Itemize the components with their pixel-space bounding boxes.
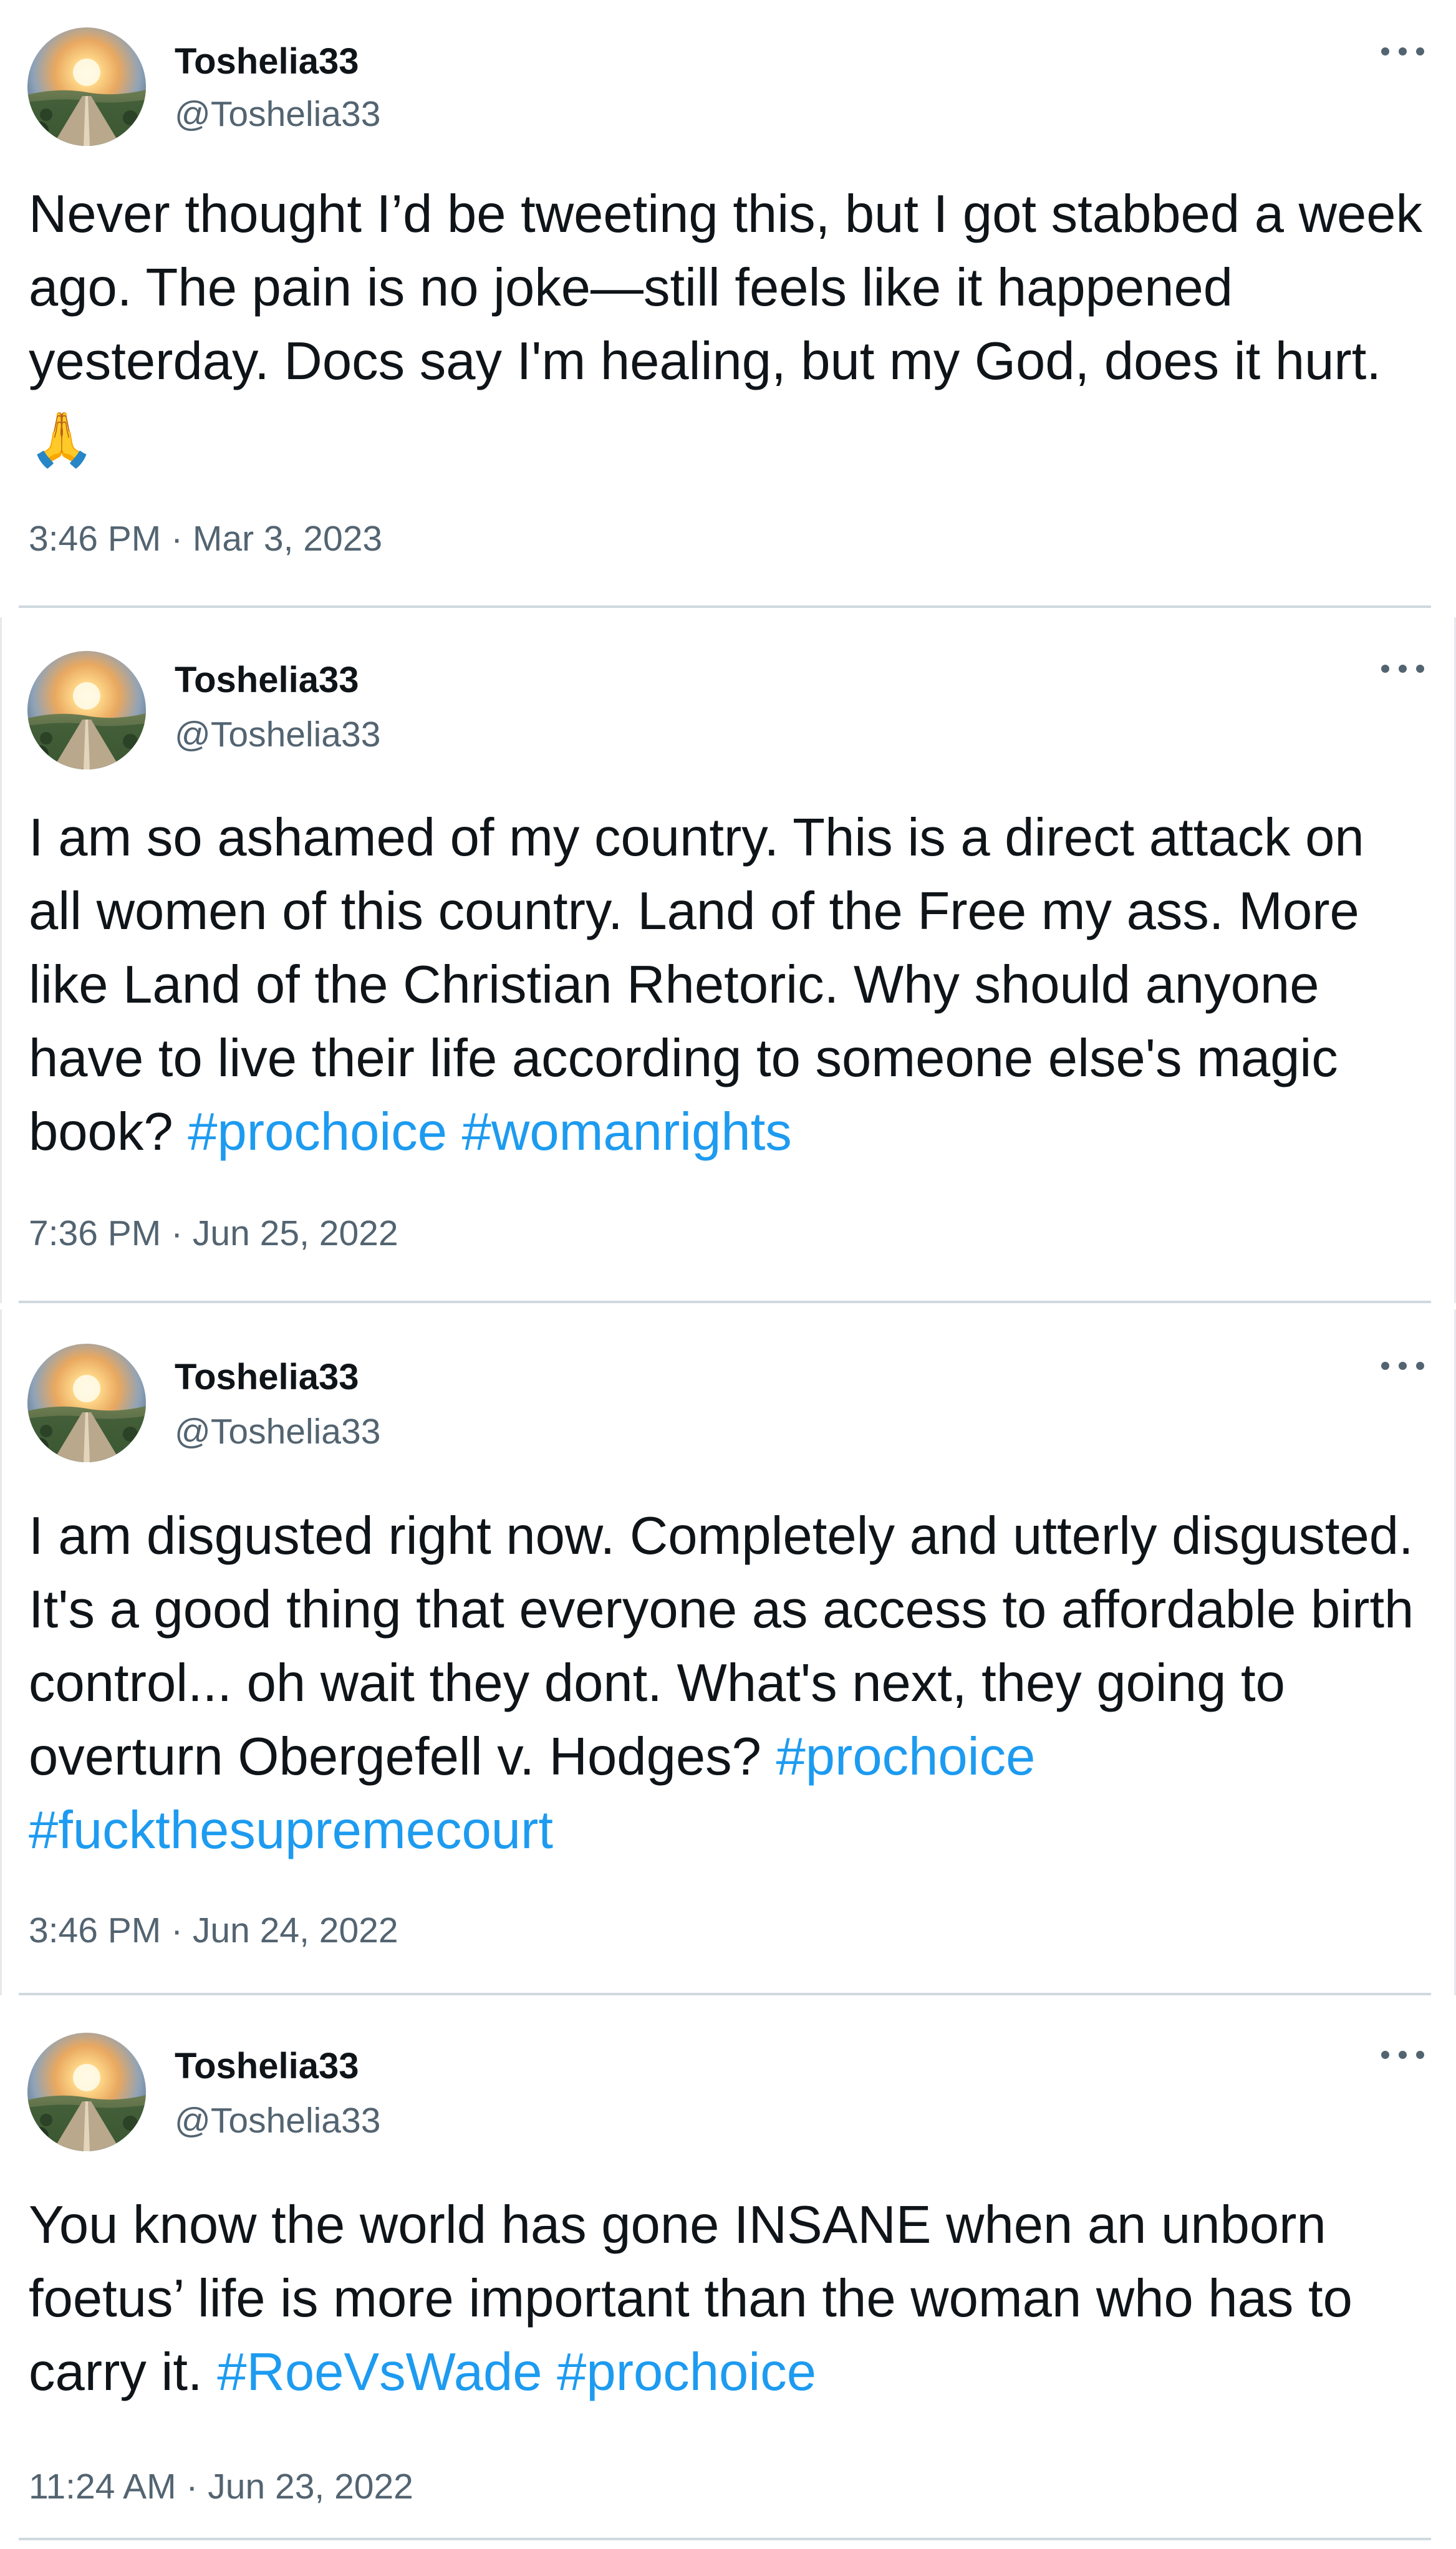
tweet-card[interactable]: Toshelia33 @Toshelia33 You know the worl…	[0, 2005, 1456, 2549]
tweet-divider	[19, 605, 1431, 608]
display-name[interactable]: Toshelia33	[175, 662, 359, 698]
card-border-left	[0, 617, 2, 1303]
user-handle[interactable]: @Toshelia33	[175, 1414, 380, 1450]
user-handle[interactable]: @Toshelia33	[175, 97, 380, 132]
hashtag-link[interactable]: #womanrights	[462, 1102, 792, 1162]
avatar[interactable]	[27, 651, 146, 769]
tweet-divider	[19, 2538, 1431, 2540]
more-horizontal-icon[interactable]	[1381, 662, 1425, 675]
tweet-card[interactable]: Toshelia33 @Toshelia33 Never thought I’d…	[0, 0, 1456, 608]
display-name[interactable]: Toshelia33	[175, 1359, 359, 1395]
folded-hands-emoji: 🙏	[29, 410, 95, 470]
hashtag-link[interactable]: #fuckthesupremecourt	[29, 1801, 553, 1860]
tweet-divider	[19, 1993, 1431, 1995]
avatar[interactable]	[27, 27, 146, 146]
tweet-divider	[19, 1301, 1431, 1303]
more-horizontal-icon[interactable]	[1381, 1359, 1425, 1372]
user-handle[interactable]: @Toshelia33	[175, 717, 380, 753]
hashtag-link[interactable]: #prochoice	[776, 1727, 1036, 1786]
tweet-card[interactable]: Toshelia33 @Toshelia33 I am disgusted ri…	[0, 1309, 1456, 1995]
display-name[interactable]: Toshelia33	[175, 44, 359, 80]
tweet-text: You know the world has gone INSANE when …	[29, 2189, 1425, 2409]
display-name[interactable]: Toshelia33	[175, 2048, 359, 2084]
hashtag-link[interactable]: #prochoice	[557, 2343, 816, 2402]
tweet-timestamp[interactable]: 11:24 AM · Jun 23, 2022	[29, 2469, 413, 2505]
hashtag-link[interactable]: #RoeVsWade	[217, 2343, 542, 2402]
tweet-text: Never thought I’d be tweeting this, but …	[29, 178, 1425, 477]
more-horizontal-icon[interactable]	[1381, 2048, 1425, 2061]
tweet-card[interactable]: Toshelia33 @Toshelia33 I am so ashamed o…	[0, 617, 1456, 1303]
tweet-text: I am so ashamed of my country. This is a…	[29, 801, 1425, 1169]
avatar[interactable]	[27, 2033, 146, 2151]
tweet-body: Never thought I’d be tweeting this, but …	[29, 185, 1423, 391]
card-border-left	[0, 1309, 2, 1995]
tweet-timestamp[interactable]: 3:46 PM · Jun 24, 2022	[29, 1913, 398, 1949]
tweet-timestamp[interactable]: 7:36 PM · Jun 25, 2022	[29, 1216, 398, 1251]
more-horizontal-icon[interactable]	[1381, 45, 1425, 57]
tweet-body: I am disgusted right now. Completely and…	[29, 1506, 1414, 1786]
tweet-timestamp[interactable]: 3:46 PM · Mar 3, 2023	[29, 521, 382, 557]
avatar[interactable]	[27, 1344, 146, 1462]
tweet-text: I am disgusted right now. Completely and…	[29, 1500, 1425, 1867]
user-handle[interactable]: @Toshelia33	[175, 2103, 380, 2139]
hashtag-link[interactable]: #prochoice	[188, 1102, 447, 1162]
